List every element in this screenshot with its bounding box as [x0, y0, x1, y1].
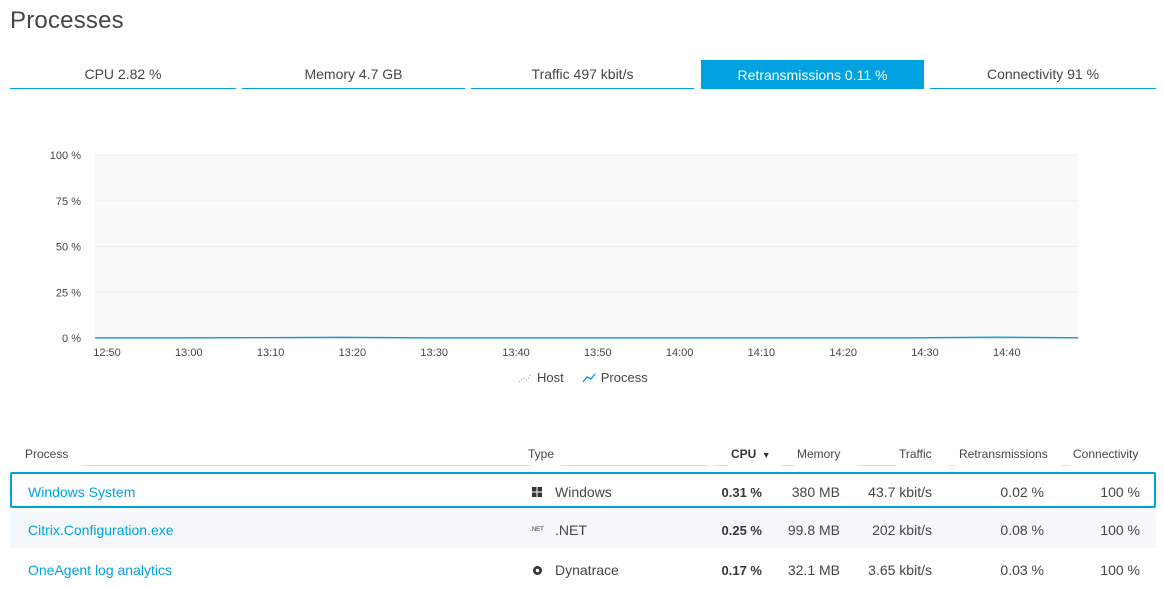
x-tick-label: 13:40 — [502, 347, 530, 359]
y-tick-label: 25 % — [56, 287, 81, 299]
windows-icon — [529, 487, 545, 497]
process-type-label: Windows — [555, 484, 612, 500]
process-type: .NET .NET — [529, 512, 587, 548]
tab-memory[interactable]: Memory 4.7 GB — [242, 60, 465, 89]
col-header-process[interactable]: Process — [22, 447, 532, 466]
header-underline — [782, 465, 794, 466]
y-tick-label: 50 % — [56, 242, 81, 254]
x-tick-label: 14:30 — [911, 347, 939, 359]
chart-legend: Host Process — [518, 370, 648, 385]
host-series-icon — [518, 373, 532, 382]
header-underline — [82, 465, 532, 466]
retransmissions-value: 0.02 % — [1000, 484, 1044, 500]
col-cpu-label: CPU — [728, 447, 760, 461]
col-header-connectivity[interactable]: Connectivity — [1062, 447, 1142, 466]
x-tick-label: 12:50 — [93, 347, 121, 359]
col-header-retransmissions[interactable]: Retransmissions — [948, 447, 1051, 466]
col-traffic-label: Traffic — [896, 447, 935, 461]
sort-desc-icon: ▼ — [758, 450, 774, 460]
process-type: Dynatrace — [529, 552, 619, 588]
process-series-icon — [582, 373, 596, 382]
process-name[interactable]: Citrix.Configuration.exe — [28, 522, 174, 538]
process-name-link[interactable]: Citrix.Configuration.exe — [28, 512, 174, 548]
col-retransmissions-label: Retransmissions — [956, 447, 1051, 461]
retransmissions-value: 0.08 % — [1000, 522, 1044, 538]
dynatrace-icon — [529, 565, 545, 576]
tab-connectivity[interactable]: Connectivity 91 % — [930, 60, 1156, 89]
col-process-label: Process — [22, 447, 72, 461]
col-connectivity-label: Connectivity — [1070, 447, 1142, 461]
header-underline — [714, 465, 728, 466]
dotnet-icon: .NET — [530, 527, 544, 533]
traffic-value: 3.65 kbit/s — [868, 562, 932, 578]
memory-value: 99.8 MB — [787, 522, 840, 538]
legend-host[interactable]: Host — [518, 370, 564, 385]
table-row[interactable]: OneAgent log analytics Dynatrace 0.17 % … — [10, 552, 1156, 588]
process-type-label: Dynatrace — [555, 562, 619, 578]
col-header-memory[interactable]: Memory — [782, 447, 844, 466]
connectivity-value: 100 % — [1100, 484, 1140, 500]
legend-process-label: Process — [600, 370, 648, 385]
x-tick-label: 14:40 — [993, 347, 1021, 359]
traffic-value: 202 kbit/s — [872, 522, 932, 538]
x-tick-label: 13:10 — [257, 347, 285, 359]
table-row[interactable]: Citrix.Configuration.exe .NET .NET 0.25 … — [10, 512, 1156, 548]
retransmissions-chart[interactable]: 100 % 75 % 50 % 25 % 0 % 12:50 13:00 13:10 13:20… — [0, 130, 1164, 400]
page-title: Processes — [10, 7, 124, 34]
connectivity-value: 100 % — [1100, 562, 1140, 578]
legend-process[interactable]: Process — [582, 370, 648, 385]
col-header-cpu[interactable]: CPU ▼ — [714, 447, 774, 466]
metric-tabs: CPU 2.82 % Memory 4.7 GB Traffic 497 kbi… — [10, 60, 1156, 90]
header-underline — [561, 465, 709, 466]
x-tick-label: 13:50 — [584, 347, 612, 359]
col-header-traffic[interactable]: Traffic — [858, 447, 935, 466]
memory-value: 32.1 MB — [787, 562, 840, 578]
process-type: Windows — [529, 474, 612, 510]
memory-value: 380 MB — [791, 484, 840, 500]
cpu-value: 0.31 % — [721, 484, 762, 500]
y-tick-label: 0 % — [62, 333, 81, 345]
x-tick-label: 13:20 — [339, 347, 367, 359]
col-header-type[interactable]: Type — [525, 447, 709, 466]
process-type-label: .NET — [555, 522, 587, 538]
y-tick-label: 100 % — [50, 150, 81, 162]
x-tick-label: 14:20 — [829, 347, 857, 359]
process-table: Process Type CPU ▼ Memory Traffic Retran… — [10, 440, 1156, 578]
tab-retransmissions[interactable]: Retransmissions 0.11 % — [701, 60, 924, 89]
series-line-process — [95, 336, 1079, 339]
tab-traffic[interactable]: Traffic 497 kbit/s — [471, 60, 694, 89]
header-underline — [858, 465, 896, 466]
process-name-link[interactable]: Windows System — [28, 474, 135, 510]
table-row[interactable]: Windows System Windows 0.31 % 380 MB 43.… — [10, 472, 1156, 508]
x-tick-label: 14:10 — [748, 347, 776, 359]
col-memory-label: Memory — [794, 447, 844, 461]
process-name-link[interactable]: OneAgent log analytics — [28, 552, 172, 588]
legend-host-label: Host — [537, 370, 564, 385]
x-tick-label: 14:00 — [666, 347, 694, 359]
header-underline — [1062, 465, 1070, 466]
retransmissions-value: 0.03 % — [1000, 562, 1044, 578]
header-underline — [948, 465, 956, 466]
process-name[interactable]: Windows System — [28, 484, 135, 500]
chart-svg: 100 % 75 % 50 % 25 % 0 % 12:50 13:00 13:10 13:20… — [50, 150, 1079, 359]
x-tick-label: 13:30 — [420, 347, 448, 359]
cpu-value: 0.25 % — [721, 522, 762, 538]
traffic-value: 43.7 kbit/s — [868, 484, 932, 500]
x-tick-label: 13:00 — [175, 347, 203, 359]
y-tick-label: 75 % — [56, 196, 81, 208]
cpu-value: 0.17 % — [721, 562, 762, 578]
col-type-label: Type — [525, 447, 558, 461]
table-header: Process Type CPU ▼ Memory Traffic Retran… — [10, 440, 1156, 466]
process-name[interactable]: OneAgent log analytics — [28, 562, 172, 578]
tab-cpu[interactable]: CPU 2.82 % — [10, 60, 236, 89]
connectivity-value: 100 % — [1100, 522, 1140, 538]
